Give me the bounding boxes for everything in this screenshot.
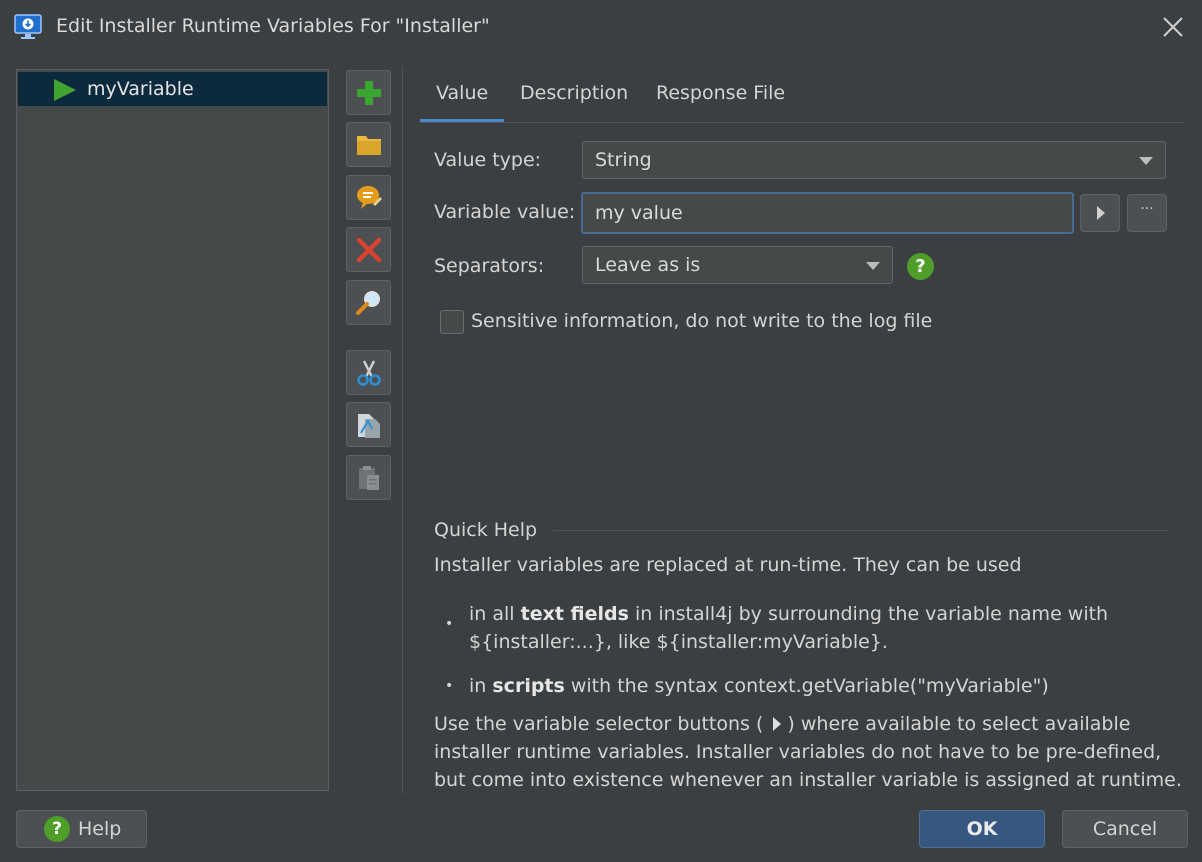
quick-help-outro-line-3: but come into existence whenever an inst… xyxy=(434,769,1182,791)
variable-value-input[interactable] xyxy=(583,194,1072,232)
tab-bar-divider xyxy=(420,122,1184,123)
quick-help-bullet-2: in scripts with the syntax context.getVa… xyxy=(469,675,1049,697)
help-icon[interactable]: ? xyxy=(907,253,934,280)
variable-icon xyxy=(54,79,76,101)
bullet-icon: • xyxy=(445,678,454,694)
close-icon[interactable] xyxy=(1160,14,1186,40)
sensitive-information-checkbox[interactable] xyxy=(440,310,464,334)
sensitive-information-label[interactable]: Sensitive information, do not write to t… xyxy=(471,310,932,332)
variable-selector-button[interactable] xyxy=(1080,194,1120,232)
tab-value[interactable]: Value xyxy=(436,82,488,104)
help-button[interactable]: ? Help xyxy=(16,810,147,848)
cancel-button[interactable]: Cancel xyxy=(1062,810,1188,848)
chevron-down-icon xyxy=(866,262,880,270)
window-title: Edit Installer Runtime Variables For "In… xyxy=(56,15,490,37)
ok-button-label: OK xyxy=(966,818,998,840)
find-button[interactable] xyxy=(346,280,391,325)
cancel-button-label: Cancel xyxy=(1092,818,1158,840)
tab-response-file[interactable]: Response File xyxy=(656,82,785,104)
list-item[interactable]: myVariable xyxy=(18,72,327,106)
paste-button[interactable] xyxy=(346,455,391,500)
add-button[interactable] xyxy=(346,70,391,115)
edit-text-button[interactable]: ··· xyxy=(1127,194,1167,232)
copy-button[interactable] xyxy=(346,402,391,447)
quick-help-outro-line-2: installer runtime variables. Installer v… xyxy=(434,741,1162,763)
variable-list[interactable]: myVariable xyxy=(16,69,329,791)
list-item-label: myVariable xyxy=(87,78,194,100)
quick-help-intro: Installer variables are replaced at run-… xyxy=(434,554,1022,576)
quick-help-title: Quick Help xyxy=(434,519,538,541)
cut-button[interactable] xyxy=(346,350,391,395)
title-bar: Edit Installer Runtime Variables For "In… xyxy=(0,0,1202,56)
delete-button[interactable] xyxy=(346,227,391,272)
installer-app-icon xyxy=(14,13,42,41)
separators-dropdown[interactable]: Leave as is xyxy=(582,246,893,284)
bullet-icon: • xyxy=(445,616,454,632)
value-type-selected: String xyxy=(595,149,652,171)
play-icon xyxy=(773,716,782,731)
chevron-down-icon xyxy=(1139,157,1153,165)
add-comment-button[interactable] xyxy=(346,175,391,220)
add-folder-button[interactable] xyxy=(346,122,391,167)
help-icon: ? xyxy=(44,816,70,842)
quick-help-divider xyxy=(553,530,1169,531)
panel-divider xyxy=(402,66,403,794)
value-type-dropdown[interactable]: String xyxy=(582,141,1166,179)
value-type-label: Value type: xyxy=(434,149,542,171)
tab-description[interactable]: Description xyxy=(520,82,628,104)
separators-label: Separators: xyxy=(434,255,545,277)
variable-value-field[interactable] xyxy=(581,192,1074,234)
quick-help-bullet-1: in all text fields in install4j by surro… xyxy=(469,603,1109,625)
tab-bar: Value Description Response File xyxy=(420,70,1184,124)
quick-help-outro-line-1: Use the variable selector buttons () whe… xyxy=(434,713,1131,735)
play-icon xyxy=(1097,206,1105,220)
help-button-label: Help xyxy=(78,818,122,840)
ellipsis-icon: ··· xyxy=(1140,201,1154,217)
quick-help-bullet-1-line-2: ${installer:...}, like ${installer:myVar… xyxy=(469,631,888,653)
separators-selected: Leave as is xyxy=(595,254,701,276)
variable-value-label: Variable value: xyxy=(434,201,576,223)
ok-button[interactable]: OK xyxy=(919,810,1045,848)
